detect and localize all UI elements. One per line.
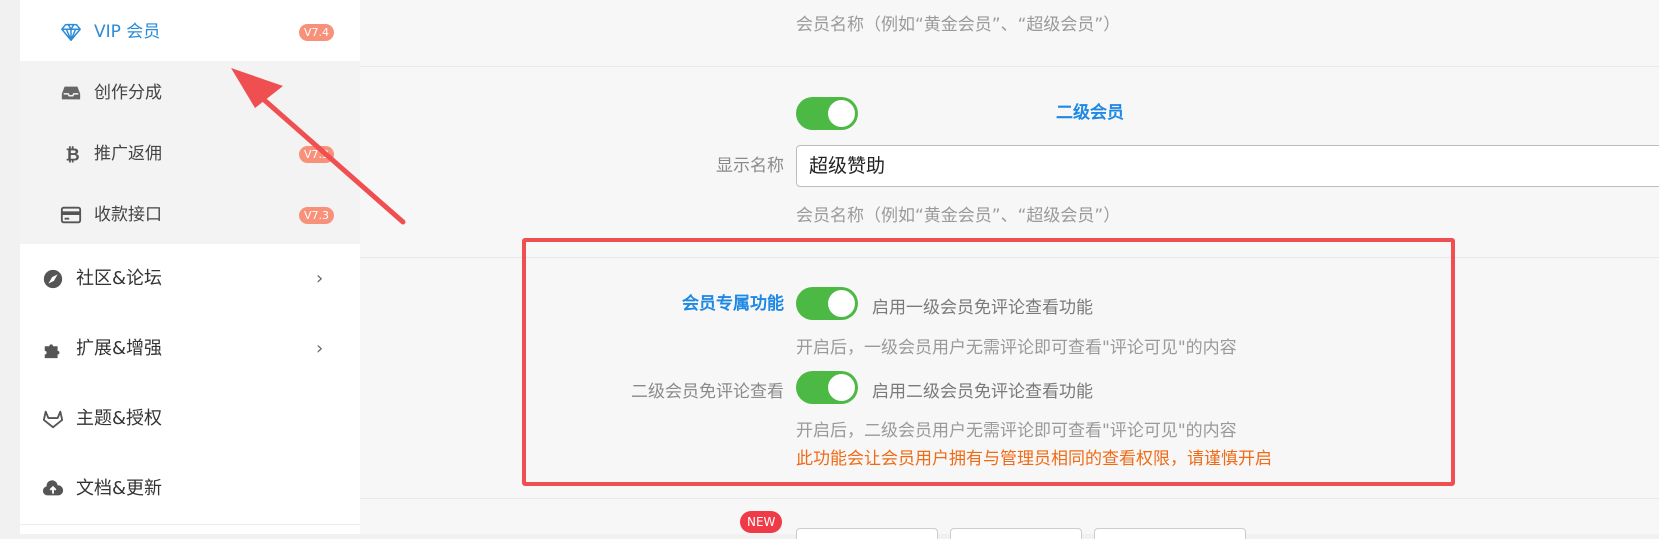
sidebar-item-label: 扩展&增强 <box>76 338 163 359</box>
sidebar-item-label: 社区&论坛 <box>76 268 163 289</box>
sidebar-item-vip[interactable]: VIP 会员 V7.4 <box>20 0 360 64</box>
sidebar-item-label: 主题&授权 <box>76 408 163 429</box>
highlight-annotation-box <box>522 238 1455 486</box>
diamond-icon <box>61 23 81 41</box>
sidebar-item-payment[interactable]: 收款接口 V7.3 <box>20 183 360 247</box>
inbox-tray-icon <box>61 86 81 100</box>
puzzle-icon <box>44 344 60 359</box>
sidebar-item-label: VIP 会员 <box>94 22 161 42</box>
level2-label: 二级会员 <box>1056 103 1124 123</box>
sidebar-item-creation-share[interactable]: 创作分成 <box>20 61 360 125</box>
sidebar-item-theme-license[interactable]: 主题&授权 <box>20 384 360 455</box>
chevron-right-icon: › <box>316 268 324 289</box>
gitlab-fox-icon <box>42 410 64 429</box>
compass-icon <box>43 269 63 289</box>
version-badge: V7.3 <box>299 146 335 163</box>
sidebar-item-label: 创作分成 <box>94 83 162 103</box>
sidebar-item-community[interactable]: 社区&论坛 › <box>20 244 360 315</box>
version-badge: V7.3 <box>299 207 335 224</box>
svg-text:₿: ₿ <box>66 145 80 165</box>
sidebar-item-docs-updates[interactable]: 文档&更新 <box>20 454 360 525</box>
sidebar-item-label: 收款接口 <box>94 205 162 225</box>
sidebar: VIP 会员 V7.4 创作分成 ₿ 推广返佣 V7.3 收款接口 V7.3 社… <box>20 0 360 534</box>
sidebar-item-label: 推广返佣 <box>94 144 162 164</box>
sidebar-item-extensions[interactable]: 扩展&增强 › <box>20 314 360 385</box>
bitcoin-icon: ₿ <box>66 145 80 165</box>
level2-toggle[interactable] <box>796 97 858 130</box>
display-name-label: 显示名称 <box>716 156 784 176</box>
display-name-input[interactable]: 超级赞助 <box>796 145 1659 187</box>
sidebar-item-label: 文档&更新 <box>76 478 163 499</box>
new-badge: NEW <box>740 511 783 533</box>
level1-name-hint: 会员名称（例如“黄金会员”、“超级会员”） <box>796 15 1121 35</box>
level2-name-hint: 会员名称（例如“黄金会员”、“超级会员”） <box>796 206 1121 226</box>
credit-card-icon <box>60 206 82 224</box>
chevron-right-icon: › <box>316 338 324 359</box>
version-badge: V7.4 <box>299 24 335 41</box>
cloud-upload-icon <box>42 480 64 496</box>
sidebar-item-referral[interactable]: ₿ 推广返佣 V7.3 <box>20 122 360 186</box>
